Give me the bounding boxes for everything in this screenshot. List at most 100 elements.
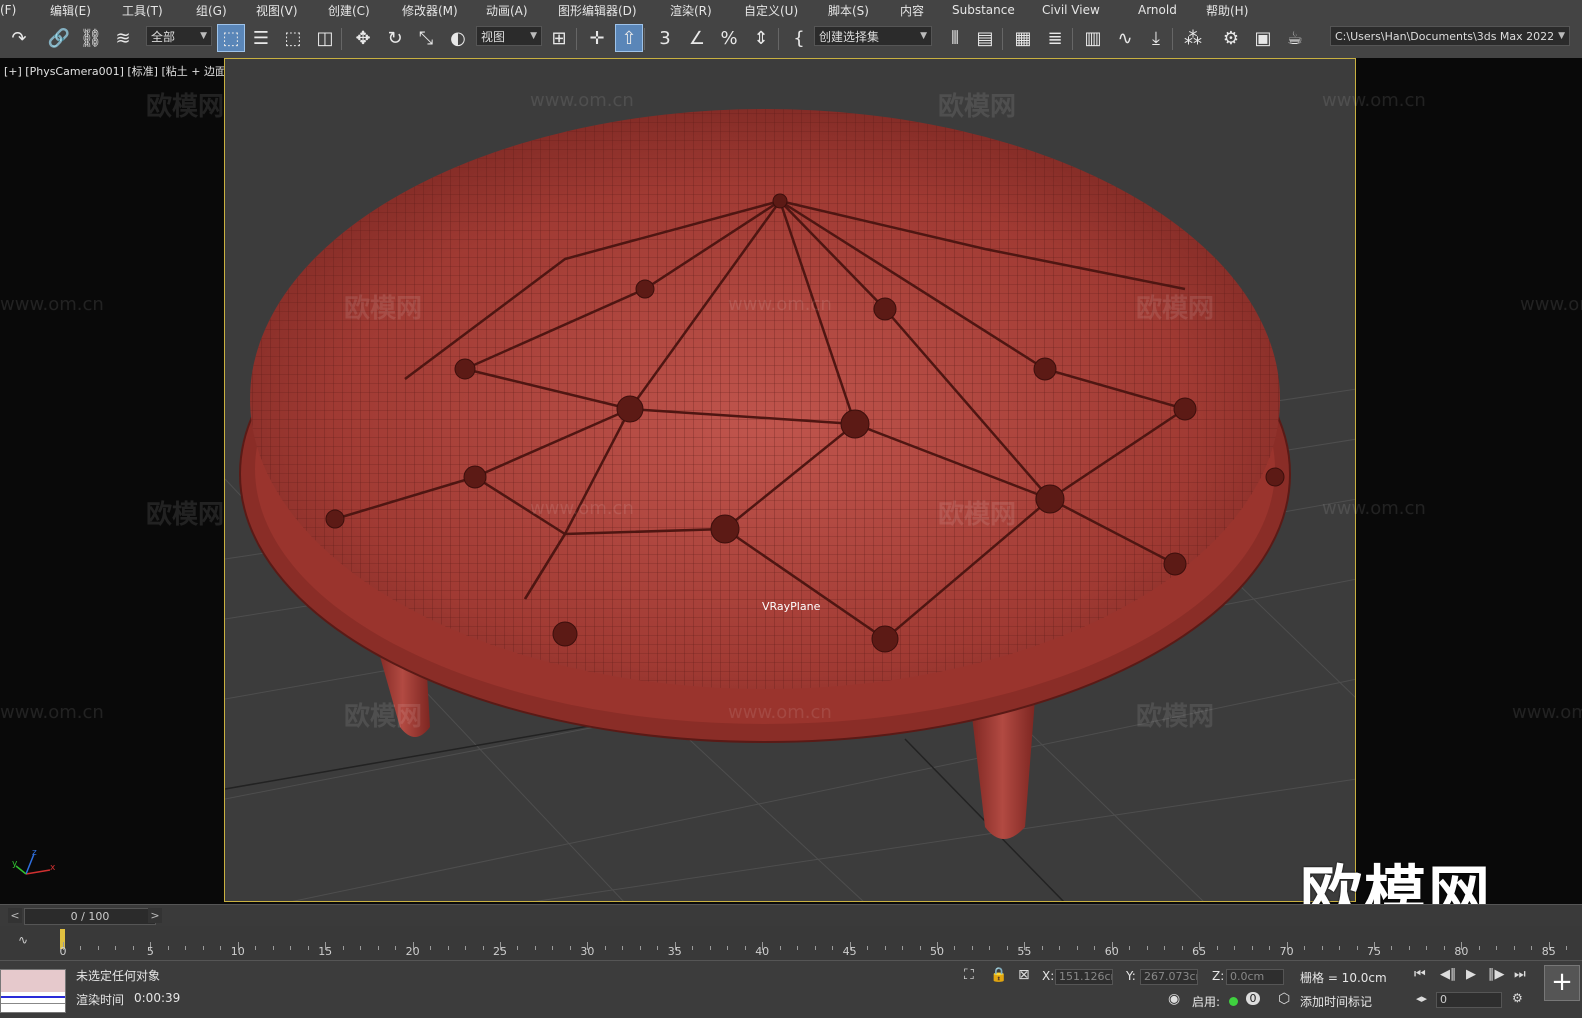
- frame-tick: [552, 946, 554, 950]
- isolate-selection-icon[interactable]: ⛶: [964, 967, 974, 983]
- menu-item-10[interactable]: 自定义(U): [744, 2, 798, 19]
- unlink-icon[interactable]: ⛓: [78, 25, 104, 51]
- absolute-mode-icon[interactable]: ⊠: [1018, 967, 1030, 983]
- menu-item-9[interactable]: 渲染(R): [670, 2, 712, 19]
- key-mode-icon[interactable]: ◂▸: [1416, 992, 1427, 1005]
- pivot-center-icon[interactable]: ⊞: [546, 25, 572, 51]
- layer-explorer-icon[interactable]: ▦: [1010, 25, 1036, 51]
- named-selection-dropdown[interactable]: 创建选择集 ▼: [814, 26, 932, 46]
- frame-ruler[interactable]: 0 5 10 15 20 25 30 35 40 45 50 55 60 65 70 75 80 85: [60, 926, 1575, 960]
- menu-item-3[interactable]: 组(G): [196, 2, 227, 19]
- current-frame-field[interactable]: 0: [1436, 992, 1502, 1008]
- menu-item-13[interactable]: Substance: [952, 3, 1015, 17]
- percent-snap-icon[interactable]: %: [716, 25, 742, 51]
- frame-tick: [1566, 946, 1568, 950]
- keyboard-shortcut-toggle-icon[interactable]: ⇧: [615, 24, 643, 52]
- status-indicator-dot: [1229, 997, 1238, 1006]
- menu-item-8[interactable]: 图形编辑器(D): [558, 2, 637, 19]
- angle-snap-icon[interactable]: ∠: [684, 25, 710, 51]
- toggle-ribbon-icon[interactable]: ≣: [1042, 25, 1068, 51]
- render-production-icon[interactable]: ☕: [1282, 25, 1308, 51]
- time-slider-thumb[interactable]: 0 / 100: [24, 908, 156, 925]
- frame-label: 85: [1541, 945, 1556, 958]
- frame-tick: [954, 946, 956, 950]
- watermark: 欧模网: [344, 702, 423, 732]
- track-bar[interactable]: ∿ 0 5 10 15 20 25 30 35 40 45 50 55 60 65 70 75 80 85: [0, 926, 1582, 960]
- menu-item-16[interactable]: 帮助(H): [1206, 2, 1248, 19]
- frame-tick: [1006, 946, 1008, 950]
- rect-selection-icon[interactable]: ⬚: [280, 25, 306, 51]
- menu-item-7[interactable]: 动画(A): [486, 2, 528, 19]
- select-object-icon[interactable]: ⬚: [217, 24, 245, 52]
- selection-filter-dropdown[interactable]: 全部 ▼: [146, 26, 212, 46]
- create-button[interactable]: +: [1544, 965, 1580, 1001]
- curve-editor-icon[interactable]: ∿: [1112, 25, 1138, 51]
- scale-icon[interactable]: ⤡: [413, 25, 439, 51]
- time-tag-icon[interactable]: ⬡: [1278, 991, 1290, 1007]
- time-slider-next-button[interactable]: >: [148, 908, 162, 923]
- time-slider-prev-button[interactable]: <: [8, 908, 22, 923]
- menu-item-6[interactable]: 修改器(M): [402, 2, 458, 19]
- menu-item-11[interactable]: 脚本(S): [828, 2, 869, 19]
- x-coordinate-field[interactable]: 151.126cm: [1055, 969, 1113, 985]
- align-icon[interactable]: ▤: [972, 25, 998, 51]
- frame-tick: [482, 946, 484, 950]
- adaptive-degradation-icon[interactable]: ◉: [1168, 991, 1180, 1007]
- z-coordinate-field[interactable]: 0.0cm: [1226, 969, 1284, 985]
- viewport[interactable]: [+] [PhysCamera001] [标准] [粘土 + 边面] VRayP…: [0, 58, 1582, 904]
- edit-named-selection-icon[interactable]: {: [786, 25, 812, 51]
- material-editor-icon[interactable]: ⁂: [1180, 25, 1206, 51]
- safe-frame[interactable]: [224, 58, 1356, 902]
- link-icon[interactable]: 🔗: [46, 25, 72, 51]
- frame-label: 55: [1017, 945, 1032, 958]
- snaps-toggle-icon[interactable]: 3: [652, 25, 678, 51]
- schematic-view-icon[interactable]: ⤓: [1143, 25, 1169, 51]
- menu-item-2[interactable]: 工具(T): [122, 2, 163, 19]
- goto-start-icon[interactable]: ⏮: [1414, 967, 1426, 982]
- menu-item-1[interactable]: 编辑(E): [50, 2, 91, 19]
- menu-item-14[interactable]: Civil View: [1042, 3, 1100, 17]
- rendered-frame-window-icon[interactable]: ▣: [1250, 25, 1276, 51]
- reference-coord-dropdown[interactable]: 视图 ▼: [476, 26, 542, 46]
- select-manipulate-icon[interactable]: ✛: [584, 25, 610, 51]
- spinner-snap-icon[interactable]: ⇕: [748, 25, 774, 51]
- watermark: 欧模网: [938, 500, 1017, 530]
- viewport-label[interactable]: [+] [PhysCamera001] [标准] [粘土 + 边面]: [4, 63, 230, 79]
- menu-item-5[interactable]: 创建(C): [328, 2, 370, 19]
- frame-tick: [1531, 946, 1533, 950]
- logo-watermark: 欧模网: [1300, 858, 1493, 904]
- menu-item-4[interactable]: 视图(V): [256, 2, 298, 19]
- enable-label: 启用:: [1192, 995, 1221, 1009]
- next-frame-icon[interactable]: ∥▶: [1488, 967, 1505, 982]
- menu-item-15[interactable]: Arnold: [1138, 3, 1177, 17]
- menu-item-12[interactable]: 内容: [900, 2, 924, 19]
- mirror-icon[interactable]: ⫴: [942, 25, 968, 51]
- time-config-icon[interactable]: ⚙: [1512, 991, 1523, 1005]
- add-time-tag[interactable]: 添加时间标记: [1300, 993, 1372, 1010]
- render-setup-icon[interactable]: ⚙: [1218, 25, 1244, 51]
- mini-curve-editor-icon[interactable]: ∿: [18, 933, 28, 947]
- y-coordinate-field[interactable]: 267.073cm: [1140, 969, 1198, 985]
- maxscript-listener-preview[interactable]: [0, 969, 66, 1013]
- placement-icon[interactable]: ◐: [445, 25, 471, 51]
- move-icon[interactable]: ✥: [350, 25, 376, 51]
- goto-end-icon[interactable]: ⏭: [1514, 967, 1526, 982]
- time-slider[interactable]: < 0 / 100 >: [0, 904, 1582, 927]
- previous-frame-icon[interactable]: ◀∥: [1440, 967, 1457, 982]
- play-icon[interactable]: ▶: [1466, 967, 1476, 982]
- frame-tick: [1321, 946, 1323, 950]
- menu-bar: (F) 编辑(E) 工具(T) 组(G) 视图(V) 创建(C) 修改器(M) 动画(A) 图形…: [0, 0, 1582, 20]
- frame-tick: [80, 946, 82, 950]
- scene-explorer-icon[interactable]: ▥: [1080, 25, 1106, 51]
- window-crossing-icon[interactable]: ◫: [312, 25, 338, 51]
- selection-lock-icon[interactable]: 🔒: [990, 967, 1007, 983]
- menu-item-0[interactable]: (F): [0, 3, 16, 17]
- redo-icon[interactable]: ↷: [6, 25, 32, 51]
- bind-spacewarp-icon[interactable]: ≋: [110, 25, 136, 51]
- frame-tick: [1496, 946, 1498, 950]
- frame-tick: [814, 946, 816, 950]
- frame-tick: [989, 946, 991, 950]
- select-by-name-icon[interactable]: ☰: [248, 25, 274, 51]
- rotate-icon[interactable]: ↻: [382, 25, 408, 51]
- project-path-dropdown[interactable]: C:\Users\Han\Documents\3ds Max 2022 ▼: [1330, 26, 1570, 46]
